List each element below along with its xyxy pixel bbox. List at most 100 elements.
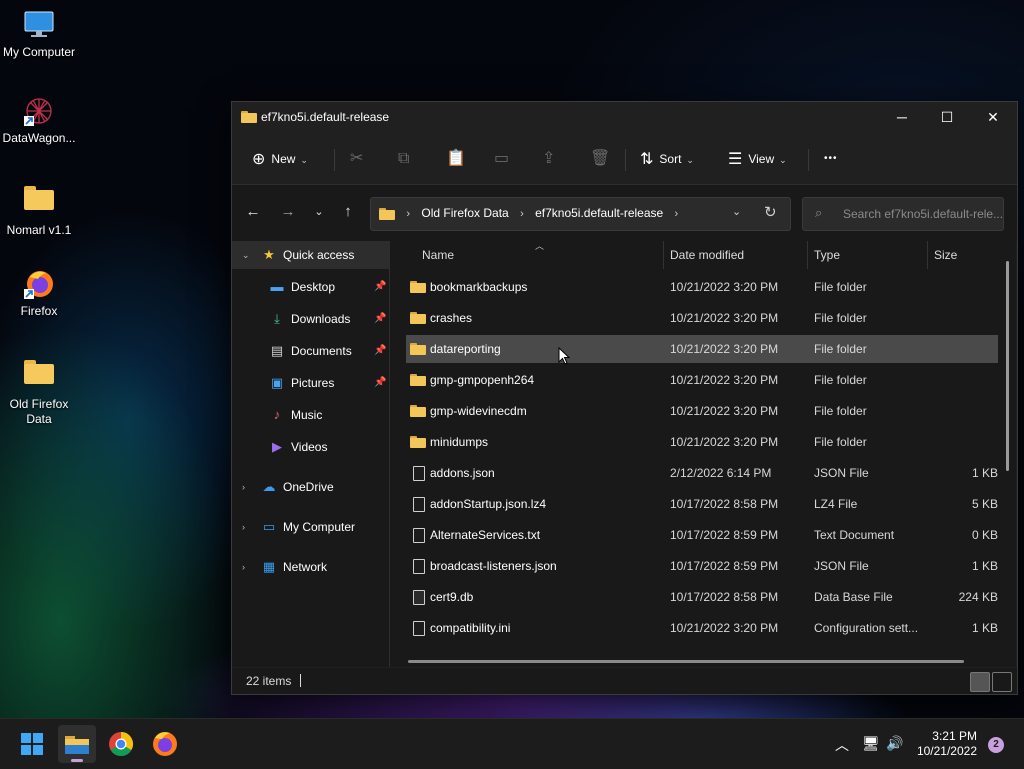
table-row[interactable]: gmp-gmpopenh264 10/21/2022 3:20 PM File …: [406, 366, 998, 394]
table-row[interactable]: broadcast-listeners.json 10/17/2022 8:59…: [406, 552, 998, 580]
chevron-down-icon[interactable]: ⌄: [242, 241, 250, 269]
delete-icon[interactable]: 🗑: [590, 134, 610, 184]
view-button[interactable]: ☰ View ⌄: [728, 134, 787, 184]
address-bar[interactable]: › Old Firefox Data › ef7kno5i.default-re…: [370, 197, 791, 231]
table-row[interactable]: bookmarkbackups 10/21/2022 3:20 PM File …: [406, 273, 998, 301]
file-explorer-window: ef7kno5i.default-release ─ ☐ ✕ ⊕ New ⌄ ✂ ⧉…: [231, 101, 1018, 695]
rename-icon[interactable]: ▭: [494, 134, 509, 184]
nav-my-computer[interactable]: › ▭ My Computer: [232, 513, 389, 541]
nav-label: Videos: [291, 440, 328, 454]
column-header-name[interactable]: Name: [422, 241, 454, 269]
new-button[interactable]: ⊕ New ⌄: [252, 134, 308, 184]
breadcrumb-separator[interactable]: ›: [520, 208, 524, 220]
desktop-icon-datawagon[interactable]: DataWagon...: [0, 94, 78, 146]
nav-documents[interactable]: ▤ Documents 📌: [232, 337, 389, 365]
chevron-right-icon[interactable]: ›: [242, 513, 245, 541]
column-header-type[interactable]: Type: [814, 241, 840, 269]
breadcrumb: › Old Firefox Data › ef7kno5i.default-re…: [379, 206, 686, 220]
file-size: 1 KB: [971, 466, 998, 480]
table-row[interactable]: addonStartup.json.lz4 10/17/2022 8:58 PM…: [406, 490, 998, 518]
network-icon[interactable]: 🖥: [862, 735, 880, 752]
desktop-icon-old-firefox-data[interactable]: Old Firefox Data: [0, 354, 78, 427]
desktop-icon-nomarl[interactable]: Nomarl v1.1: [0, 180, 78, 238]
search-placeholder: Search ef7kno5i.default-rele...: [843, 207, 1004, 221]
sort-button[interactable]: ⇅ Sort ⌄: [640, 134, 694, 184]
file-name: gmp-widevinecdm: [430, 404, 527, 418]
column-header-size[interactable]: Size: [934, 241, 957, 269]
large-icons-view-icon[interactable]: [992, 672, 1012, 692]
table-row[interactable]: addons.json 2/12/2022 6:14 PM JSON File …: [406, 459, 998, 487]
address-dropdown-icon[interactable]: ⌄: [732, 205, 741, 218]
nav-network[interactable]: › ▦ Network: [232, 553, 389, 581]
table-row[interactable]: AlternateServices.txt 10/17/2022 8:59 PM…: [406, 521, 998, 549]
table-row[interactable]: cert9.db 10/17/2022 8:58 PM Data Base Fi…: [406, 583, 998, 611]
desktop-icon-my-computer[interactable]: My Computer: [0, 8, 78, 60]
paste-icon[interactable]: 📋: [446, 134, 466, 184]
desktop-icon-label: Old Firefox Data: [9, 397, 69, 426]
file-icon: [413, 559, 425, 574]
nav-music[interactable]: ♪ Music: [232, 401, 389, 429]
minimize-button[interactable]: ─: [879, 102, 925, 132]
column-divider[interactable]: [927, 241, 928, 269]
nav-quick-access[interactable]: ⌄ ★ Quick access: [232, 241, 389, 269]
file-date: 10/17/2022 8:59 PM: [670, 528, 779, 542]
search-box[interactable]: ⌕ Search ef7kno5i.default-rele...: [802, 197, 1004, 231]
volume-icon[interactable]: 🔊: [886, 735, 903, 752]
maximize-button[interactable]: ☐: [924, 102, 970, 132]
up-arrow-icon[interactable]: ↑: [338, 203, 358, 220]
nav-desktop[interactable]: ▬ Desktop 📌: [232, 273, 389, 301]
nav-videos[interactable]: ▶ Videos: [232, 433, 389, 461]
desktop-icon-firefox[interactable]: Firefox: [0, 267, 78, 319]
windows-logo-icon: [21, 733, 43, 755]
file-type: File folder: [814, 435, 867, 449]
file-date: 10/17/2022 8:58 PM: [670, 590, 779, 604]
breadcrumb-current-folder[interactable]: ef7kno5i.default-release: [535, 206, 663, 220]
chevron-right-icon[interactable]: ›: [242, 553, 245, 581]
video-icon: ▶: [272, 439, 282, 454]
clock[interactable]: 3:21 PM 10/21/2022: [905, 729, 977, 759]
file-size: 5 KB: [971, 497, 998, 511]
breadcrumb-old-firefox-data[interactable]: Old Firefox Data: [421, 206, 508, 220]
notification-badge[interactable]: 2: [988, 737, 1004, 753]
more-options-button[interactable]: •••: [824, 134, 838, 184]
file-name: datareporting: [430, 342, 501, 356]
show-hidden-icons-chevron-icon[interactable]: ︿: [835, 735, 849, 755]
table-row[interactable]: minidumps 10/21/2022 3:20 PM File folder: [406, 428, 998, 456]
back-arrow-icon[interactable]: ←: [243, 203, 263, 220]
music-icon: ♪: [273, 407, 281, 422]
close-button[interactable]: ✕: [970, 102, 1016, 132]
column-divider[interactable]: [807, 241, 808, 269]
share-icon[interactable]: ⇪: [542, 134, 555, 184]
copy-icon[interactable]: ⧉: [398, 134, 409, 184]
refresh-icon[interactable]: ↻: [764, 203, 777, 221]
horizontal-scrollbar[interactable]: [408, 660, 964, 663]
nav-downloads[interactable]: ⤓ Downloads 📌: [232, 305, 389, 333]
nav-label: Documents: [291, 344, 352, 358]
download-icon: ⤓: [274, 311, 280, 326]
start-button[interactable]: [13, 725, 51, 763]
vertical-scrollbar[interactable]: [1006, 261, 1009, 471]
document-icon: ▤: [270, 343, 284, 358]
taskbar-chrome[interactable]: [102, 725, 140, 763]
breadcrumb-separator[interactable]: ›: [675, 208, 679, 220]
cut-icon[interactable]: ✂: [350, 134, 363, 184]
nav-onedrive[interactable]: › ☁ OneDrive: [232, 473, 389, 501]
column-divider[interactable]: [663, 241, 664, 269]
table-row-selected[interactable]: datareporting 10/21/2022 3:20 PM File fo…: [406, 335, 998, 363]
nav-pictures[interactable]: ▣ Pictures 📌: [232, 369, 389, 397]
table-row[interactable]: gmp-widevinecdm 10/21/2022 3:20 PM File …: [406, 397, 998, 425]
title-bar[interactable]: ef7kno5i.default-release ─ ☐ ✕: [232, 102, 1017, 134]
folder-icon: [22, 360, 56, 394]
taskbar-firefox[interactable]: [146, 725, 184, 763]
column-header-date[interactable]: Date modified: [670, 241, 744, 269]
recent-locations-chevron-icon[interactable]: ⌄: [309, 205, 329, 218]
forward-arrow-icon[interactable]: →: [278, 203, 298, 220]
taskbar-file-explorer[interactable]: [58, 725, 96, 763]
table-row[interactable]: crashes 10/21/2022 3:20 PM File folder: [406, 304, 998, 332]
file-type: JSON File: [814, 559, 869, 573]
chevron-right-icon[interactable]: ›: [242, 473, 245, 501]
details-view-icon[interactable]: [970, 672, 990, 692]
table-row[interactable]: compatibility.ini 10/21/2022 3:20 PM Con…: [406, 614, 998, 642]
breadcrumb-separator[interactable]: ›: [406, 208, 410, 220]
sort-label: Sort: [659, 152, 682, 166]
